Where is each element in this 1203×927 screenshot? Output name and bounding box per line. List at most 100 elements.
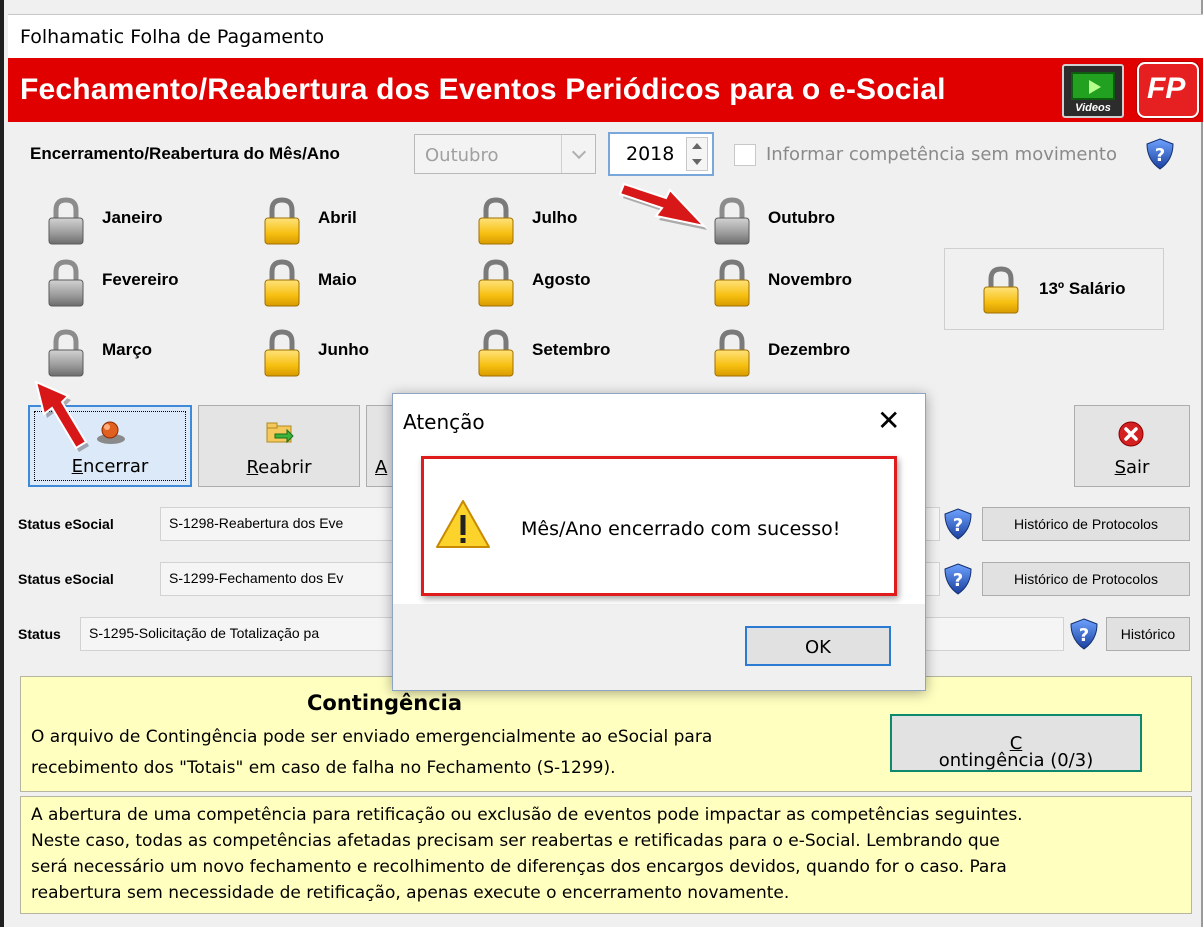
month-item-março[interactable]: Março <box>44 328 244 377</box>
page-title: Fechamento/Reabertura dos Eventos Periód… <box>20 73 946 106</box>
reopen-folder-icon <box>266 422 294 444</box>
page-banner: Fechamento/Reabertura dos Eventos Periód… <box>8 58 1203 122</box>
status-label: Status <box>18 626 61 642</box>
lock-open-icon <box>478 197 514 245</box>
help-shield-icon[interactable]: ? <box>944 508 972 540</box>
month-item-abril[interactable]: Abril <box>260 196 460 245</box>
arrow-up-icon[interactable] <box>692 143 702 149</box>
lock-open-icon <box>478 329 514 377</box>
month-item-junho[interactable]: Junho <box>260 328 460 377</box>
lock-open-icon <box>714 259 750 307</box>
attention-dialog: Atenção ✕ Mês/Ano encerrado com sucesso!… <box>392 393 926 691</box>
month-label: Junho <box>318 340 369 359</box>
status-label: Status eSocial <box>18 516 114 532</box>
help-shield-icon[interactable]: ? <box>1146 138 1174 170</box>
no-movement-checkbox[interactable] <box>734 144 756 166</box>
pointer-arrow-icon <box>618 182 707 230</box>
month-label: Janeiro <box>102 208 163 227</box>
svg-text:?: ? <box>953 515 963 536</box>
month-label: Novembro <box>768 270 853 289</box>
status-field-tail <box>924 507 940 541</box>
month-item-janeiro[interactable]: Janeiro <box>44 196 244 245</box>
status-field-tail <box>924 562 940 596</box>
window-titlebar: Folhamatic Folha de Pagamento <box>8 14 1203 58</box>
year-stepper-arrows[interactable] <box>686 137 708 171</box>
sair-button[interactable]: Sair <box>1074 405 1190 487</box>
reabrir-label: Reabrir <box>246 457 312 478</box>
note-panel: A abertura de uma competência para retif… <box>20 796 1192 914</box>
reabrir-button[interactable]: Reabrir <box>198 405 360 487</box>
close-period-icon <box>97 421 125 444</box>
svg-text:?: ? <box>1079 625 1089 646</box>
lock-open-icon <box>983 266 1019 314</box>
lock-closed-icon <box>714 197 750 245</box>
contingencia-button[interactable]: Contingência (0/3) <box>890 714 1142 772</box>
status-value-field: S-1298-Reabertura dos Eve <box>160 507 400 541</box>
month-label: Abril <box>318 208 357 227</box>
month-label: Maio <box>318 270 357 289</box>
month-label: Março <box>102 340 153 359</box>
note-line: reabertura sem necessidade de retificaçã… <box>31 883 790 903</box>
month-item-dezembro[interactable]: Dezembro <box>710 328 910 377</box>
no-movement-label: Informar competência sem movimento <box>766 144 1117 165</box>
historico-protocolos-button[interactable]: Histórico de Protocolos <box>982 507 1190 541</box>
historico-protocolos-button[interactable]: Histórico de Protocolos <box>982 562 1190 596</box>
lock-closed-icon <box>48 329 84 377</box>
salario13-label: 13º Salário <box>1039 279 1126 298</box>
ok-button[interactable]: OK <box>745 626 891 666</box>
month-item-agosto[interactable]: Agosto <box>474 258 674 307</box>
video-play-icon <box>1071 72 1115 100</box>
dialog-title: Atenção <box>403 410 485 434</box>
arrow-down-icon[interactable] <box>692 159 702 165</box>
contingencia-text-line1: O arquivo de Contingência pode ser envia… <box>31 727 713 747</box>
encerrar-label: Encerrar <box>71 456 149 477</box>
videos-button[interactable]: Videos <box>1062 64 1124 118</box>
chevron-down-icon[interactable] <box>561 135 595 173</box>
month-label: Setembro <box>532 340 611 359</box>
exit-icon <box>1118 421 1144 447</box>
period-label: Encerramento/Reabertura do Mês/Ano <box>30 144 340 163</box>
status-value-field: S-1295-Solicitação de Totalização pa <box>80 617 400 651</box>
month-select[interactable]: Outubro <box>414 134 596 174</box>
month-item-novembro[interactable]: Novembro <box>710 258 910 307</box>
svg-text:?: ? <box>1155 145 1165 166</box>
lock-open-icon <box>478 259 514 307</box>
year-value: 2018 <box>626 143 675 165</box>
note-line: Neste caso, todas as competências afetad… <box>31 831 1000 851</box>
historico-button[interactable]: Histórico <box>1106 617 1190 651</box>
month-item-fevereiro[interactable]: Fevereiro <box>44 258 244 307</box>
salario13-panel[interactable]: 13º Salário <box>944 248 1164 330</box>
help-shield-icon[interactable]: ? <box>944 563 972 595</box>
pointer-arrow-icon <box>34 380 89 452</box>
month-select-value: Outubro <box>425 145 499 166</box>
status-value-field: S-1299-Fechamento dos Ev <box>160 562 400 596</box>
close-icon[interactable]: ✕ <box>877 404 900 437</box>
month-label: Fevereiro <box>102 270 179 289</box>
lock-open-icon <box>264 329 300 377</box>
fp-logo-button[interactable]: FP <box>1137 62 1199 118</box>
window-title: Folhamatic Folha de Pagamento <box>20 26 325 48</box>
contingencia-text-line2: recebimento dos "Totais" em caso de falh… <box>31 758 616 778</box>
warning-icon <box>436 500 490 548</box>
note-line: A abertura de uma competência para retif… <box>31 805 1023 825</box>
status-label: Status eSocial <box>18 571 114 587</box>
fp-logo-label: FP <box>1147 72 1186 105</box>
status-esocial-row-2: Status eSocial S-1299-Fechamento dos Ev <box>18 560 400 598</box>
status-field-tail <box>924 617 1064 651</box>
month-item-setembro[interactable]: Setembro <box>474 328 674 377</box>
note-line: será necessário um novo fechamento e rec… <box>31 857 1007 877</box>
app-window: Folhamatic Folha de Pagamento Fechamento… <box>0 0 1203 927</box>
contingencia-title: Contingência <box>307 691 463 715</box>
status-row-3: Status S-1295-Solicitação de Totalização… <box>18 615 400 653</box>
month-item-maio[interactable]: Maio <box>260 258 460 307</box>
lock-closed-icon <box>48 259 84 307</box>
sair-label: Sair <box>1114 457 1150 478</box>
dialog-message: Mês/Ano encerrado com sucesso! <box>521 518 841 540</box>
contingencia-button-label: Contingência (0/3) <box>938 733 1094 771</box>
svg-text:?: ? <box>953 570 963 591</box>
lock-open-icon <box>264 197 300 245</box>
help-shield-icon[interactable]: ? <box>1070 618 1098 650</box>
year-stepper[interactable]: 2018 <box>608 132 714 176</box>
month-item-outubro[interactable]: Outubro <box>710 196 910 245</box>
month-label: Dezembro <box>768 340 851 359</box>
